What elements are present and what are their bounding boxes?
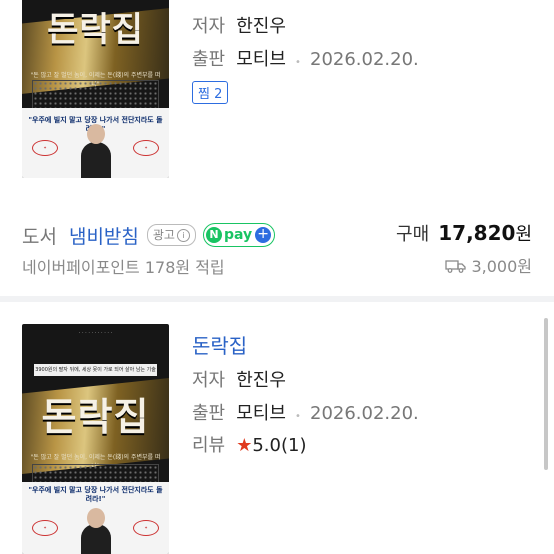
section-divider (0, 296, 554, 302)
points-text: 네이버페이포인트 178원 적립 (22, 258, 225, 277)
author-row-1: 저자 한진우 (192, 12, 286, 37)
price-value: 17,820 (438, 221, 516, 245)
shipping-fee: 3,000원 (471, 257, 532, 276)
cover-award-badge-right: ✦ (133, 520, 159, 536)
buy-label: 구매 (396, 224, 430, 245)
cover-award-badge-right: ✦ (133, 140, 159, 156)
review-count: (1) (281, 435, 307, 456)
book-cover-2[interactable]: · · · · · · · · · · · 3900원의 팔자 뒤에, 세상 못… (22, 324, 169, 554)
seller-row: 도서 냄비받침 광고 i N pay + (22, 222, 276, 249)
cover-award-badge-left: ✦ (32, 140, 58, 156)
publisher-name[interactable]: 모티브 (236, 49, 286, 70)
info-icon: i (176, 229, 190, 242)
cover-title: 돈락집 (47, 10, 144, 50)
author-face (86, 124, 105, 144)
star-icon: ★ (236, 435, 253, 456)
store-name-link[interactable]: 냄비받침 (69, 222, 139, 249)
category-label: 도서 (22, 225, 57, 248)
publisher-label: 출판 (192, 403, 226, 424)
ad-badge[interactable]: 광고 i (146, 224, 196, 246)
rating-value: 5.0 (252, 435, 281, 456)
publisher-row-1: 출판 모티브 • 2026.02.20. (192, 45, 419, 70)
naver-n-icon: N (205, 227, 222, 243)
author-face (86, 508, 105, 528)
cover-subtitle-banner: 3900원의 팔자 뒤에, 세상 못이 가로 되어 살아 남는 기술 (34, 364, 157, 376)
author-photo (80, 142, 111, 178)
scrollbar[interactable] (544, 318, 548, 470)
cover-top-text: · · · · · · · · · · · (78, 330, 113, 336)
shipping-info: 3,000원 (445, 254, 532, 276)
author-name[interactable]: 한진우 (236, 370, 286, 391)
book-title-link[interactable]: 돈락집 (192, 330, 247, 359)
author-photo (80, 524, 111, 554)
npay-plus-badge: N pay + (202, 223, 276, 247)
separator-dot: • (295, 411, 301, 422)
publisher-name[interactable]: 모티브 (236, 403, 286, 424)
publish-date: 2026.02.20. (310, 403, 419, 424)
publisher-label: 출판 (192, 49, 226, 70)
cover-title: 돈락집 (41, 395, 150, 439)
review-row[interactable]: 리뷰 ★5.0(1) (192, 431, 307, 456)
separator-dot: • (295, 57, 301, 68)
publisher-row-2: 출판 모티브 • 2026.02.20. (192, 399, 419, 424)
plus-icon: + (255, 227, 272, 243)
price-unit: 원 (515, 224, 532, 245)
author-label: 저자 (192, 370, 226, 391)
price-block: 구매 17,820원 (396, 220, 532, 250)
author-name[interactable]: 한진우 (236, 16, 286, 37)
jjim-button[interactable]: 찜 2 (192, 81, 229, 104)
ad-label: 광고 (152, 228, 175, 242)
author-label: 저자 (192, 16, 226, 37)
truck-icon (445, 258, 467, 273)
author-row-2: 저자 한진우 (192, 366, 286, 391)
npay-label: pay (223, 227, 253, 243)
book-cover-1[interactable]: 돈락집 "돈 많고 잘 벌던 놈이, 이제는 돈(錢)의 주변부를 떠나" "우… (22, 0, 169, 178)
cover-award-badge-left: ✦ (32, 520, 58, 536)
review-label: 리뷰 (192, 435, 226, 456)
publish-date: 2026.02.20. (310, 49, 419, 70)
